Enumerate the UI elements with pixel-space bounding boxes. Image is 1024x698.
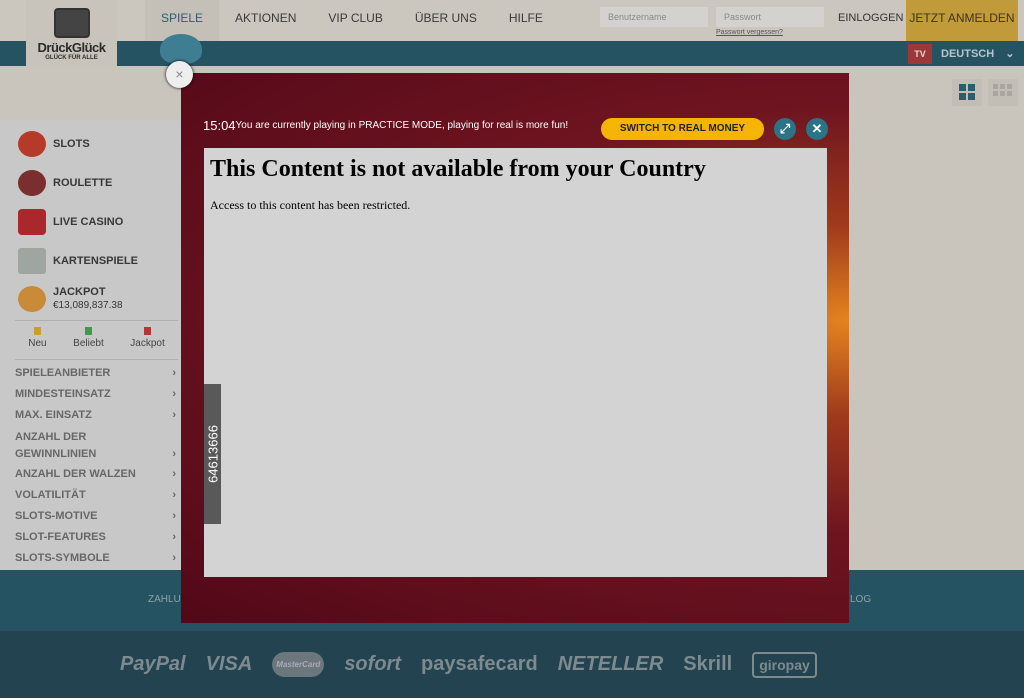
filter-walzen[interactable]: ANZAHL DER WALZEN › [15, 467, 178, 481]
small-grid-view-icon[interactable] [988, 79, 1018, 106]
tag-beliebt[interactable]: Beliebt [73, 321, 104, 359]
dice-icon [18, 209, 46, 235]
jackpot-amount: €13,089,837.38 [53, 300, 123, 311]
language-select[interactable]: DEUTSCH ⌄ [941, 47, 1014, 60]
sofort-logo: sofort [344, 653, 401, 675]
tag-filters: Neu Beliebt Jackpot [15, 320, 178, 360]
id-tag: 64613666 [204, 384, 221, 524]
category-slots[interactable]: SLOTS [18, 131, 90, 157]
filter-max-einsatz[interactable]: MAX. EINSATZ › [15, 408, 178, 422]
username-input[interactable]: Benutzername [600, 7, 708, 27]
tag-neu[interactable]: Neu [28, 321, 47, 359]
tv-icon[interactable]: TV [908, 44, 932, 64]
close-modal-icon[interactable]: × [166, 61, 193, 88]
chevron-right-icon: › [172, 388, 176, 400]
practice-mode-bar: 15:04 You are currently playing in PRACTI… [203, 118, 568, 133]
close-game-icon[interactable]: ✕ [806, 118, 828, 140]
switch-to-real-money-button[interactable]: SWITCH TO REAL MONEY [601, 118, 764, 140]
register-button[interactable]: JETZT ANMELDEN [906, 0, 1018, 41]
logo[interactable]: DrückGlück GLÜCK FÜR ALLE [26, 0, 117, 66]
cherry-icon [18, 131, 46, 157]
chevron-right-icon: › [172, 510, 176, 522]
forgot-password-link[interactable]: Passwort vergessen? [716, 29, 783, 36]
nav-hilfe[interactable]: HILFE [493, 0, 559, 41]
payment-logos: PayPal VISA MasterCard sofort paysafecar… [0, 631, 1024, 698]
chevron-right-icon: › [172, 489, 176, 501]
footer-link-zahlungen[interactable]: ZAHLU [148, 594, 181, 605]
practice-message: You are currently playing in PRACTICE MO… [235, 120, 569, 131]
skrill-logo: Skrill [683, 653, 733, 675]
jackpot-777-icon [18, 286, 46, 312]
filter-gewinnlinien[interactable]: ANZAHL DER GEWINNLINIEN › [15, 429, 178, 463]
paypal-logo: PayPal [120, 653, 186, 675]
nav-ueber-uns[interactable]: ÜBER UNS [399, 0, 493, 41]
chevron-right-icon: › [172, 531, 176, 543]
chevron-right-icon: › [172, 468, 176, 480]
language-label: DEUTSCH [941, 48, 995, 60]
chevron-right-icon: › [172, 552, 176, 564]
main-nav: SPIELE AKTIONEN VIP CLUB ÜBER UNS HILFE [145, 0, 559, 41]
bookmark-icon [33, 327, 41, 335]
owl-mascot-icon [160, 34, 202, 64]
filter-slot-features[interactable]: SLOT-FEATURES › [15, 530, 178, 544]
large-grid-view-icon[interactable] [952, 79, 982, 106]
paysafecard-logo: paysafecard [420, 653, 538, 675]
bookmark-icon [84, 327, 92, 335]
category-roulette[interactable]: ROULETTE [18, 170, 112, 196]
sub-bar [0, 41, 1024, 66]
category-kartenspiele[interactable]: KARTENSPIELE [18, 248, 138, 274]
neteller-logo: NETELLER [557, 653, 664, 675]
mastercard-logo: MasterCard [272, 652, 325, 677]
bookmark-icon [144, 327, 151, 335]
chevron-right-icon: › [172, 367, 176, 379]
giropay-logo: giropay [752, 651, 817, 678]
tag-jackpot[interactable]: Jackpot [130, 321, 165, 359]
category-live-casino[interactable]: LIVE CASINO [18, 209, 123, 235]
chevron-right-icon: › [172, 448, 176, 460]
login-button[interactable]: EINLOGGEN [838, 12, 903, 24]
category-jackpot[interactable]: JACKPOT €13,089,837.38 [18, 286, 123, 312]
filter-slots-symbole[interactable]: SLOTS-SYMBOLE › [15, 551, 178, 565]
restricted-title: This Content is not available from your … [210, 156, 706, 182]
filter-slots-motive[interactable]: SLOTS-MOTIVE › [15, 509, 178, 523]
nav-vip-club[interactable]: VIP CLUB [312, 0, 398, 41]
slot-machine-icon [53, 8, 90, 38]
password-input[interactable]: Passwort [716, 7, 824, 27]
restricted-text: Access to this content has been restrict… [210, 198, 411, 212]
chevron-right-icon: › [172, 409, 176, 421]
game-modal: 15:04 You are currently playing in PRACTI… [181, 73, 849, 623]
filter-volatilitaet[interactable]: VOLATILITÄT › [15, 488, 178, 502]
visa-logo: VISA [205, 653, 253, 675]
filter-spieleanbieter[interactable]: SPIELEANBIETER › [15, 366, 178, 380]
clock: 15:04 [203, 118, 236, 133]
footer-link-blog[interactable]: LOG [850, 594, 871, 605]
cards-icon [18, 248, 46, 274]
roulette-icon [18, 170, 46, 196]
filter-mindesteinsatz[interactable]: MINDESTEINSATZ › [15, 387, 178, 401]
nav-aktionen[interactable]: AKTIONEN [219, 0, 312, 41]
chevron-down-icon: ⌄ [1005, 48, 1015, 60]
game-frame: This Content is not available from your … [204, 148, 827, 577]
fullscreen-icon[interactable]: ⤢ [774, 118, 796, 140]
